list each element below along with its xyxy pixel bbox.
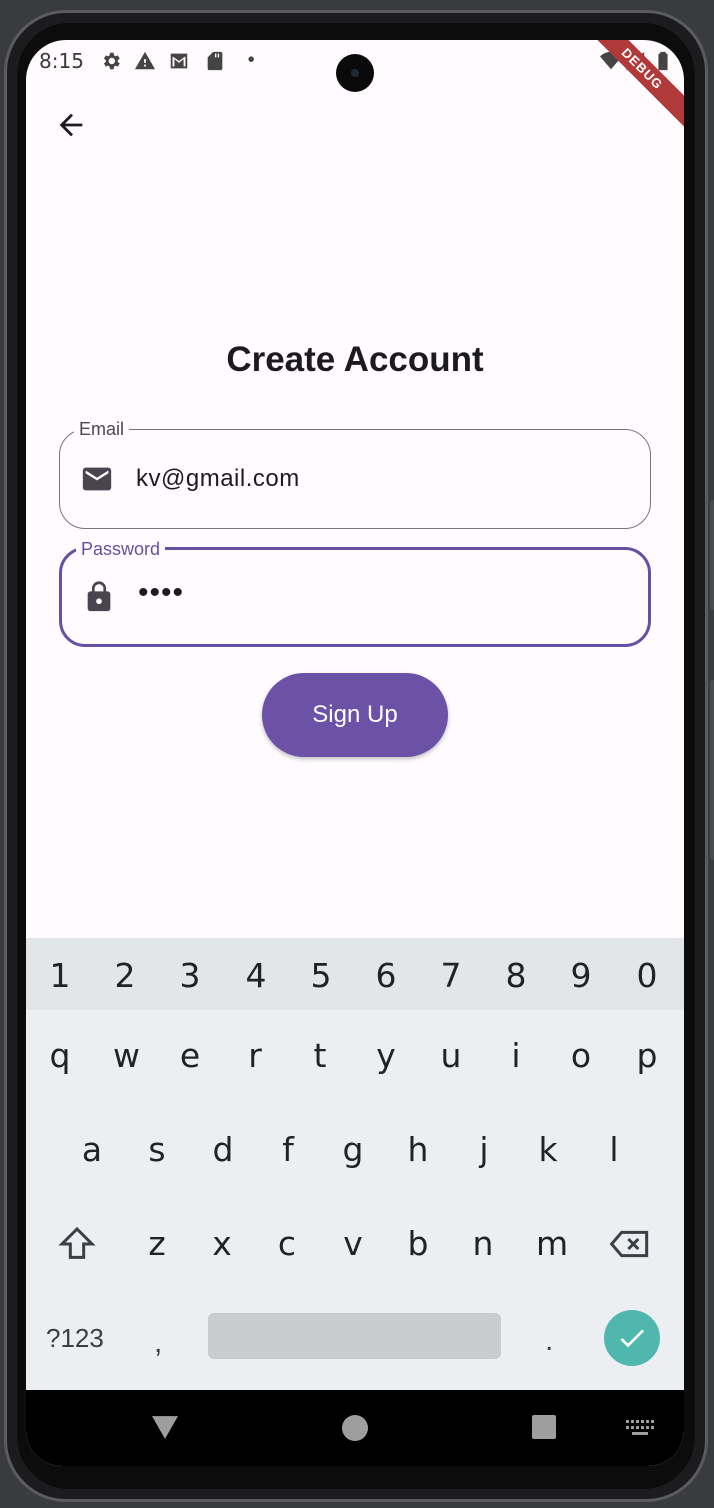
key-j[interactable]: j (472, 1130, 496, 1169)
mail-icon (82, 467, 112, 491)
password-label: Password (76, 538, 166, 560)
backspace-icon[interactable] (608, 1224, 652, 1264)
key-y[interactable]: y (374, 1036, 398, 1075)
key-1[interactable]: 1 (48, 956, 72, 995)
space-bar[interactable] (208, 1313, 501, 1359)
key-u[interactable]: u (439, 1036, 463, 1075)
gear-icon (103, 52, 120, 70)
lock-icon (87, 581, 111, 612)
email-value: kv@gmail.com (136, 465, 300, 492)
page-title: Create Account (226, 340, 484, 379)
key-q[interactable]: q (48, 1036, 72, 1075)
key-t[interactable]: t (308, 1036, 332, 1075)
key-v[interactable]: v (341, 1224, 365, 1263)
period-key[interactable]: . (545, 1324, 553, 1358)
comma-key[interactable]: , (154, 1326, 162, 1360)
check-icon (620, 1329, 644, 1348)
home-circle-icon[interactable] (342, 1415, 368, 1441)
key-5[interactable]: 5 (309, 956, 333, 995)
key-i[interactable]: i (504, 1036, 528, 1075)
key-w[interactable]: w (113, 1036, 140, 1075)
enter-key[interactable] (604, 1310, 660, 1366)
dot-icon (248, 56, 254, 62)
key-7[interactable]: 7 (439, 956, 463, 995)
key-8[interactable]: 8 (504, 956, 528, 995)
key-9[interactable]: 9 (569, 956, 593, 995)
key-p[interactable]: p (635, 1036, 659, 1075)
back-triangle-icon[interactable] (152, 1414, 178, 1440)
system-nav-bar (26, 1390, 684, 1466)
shift-icon[interactable] (57, 1224, 97, 1264)
front-camera (336, 54, 374, 92)
key-s[interactable]: s (145, 1130, 169, 1169)
key-6[interactable]: 6 (374, 956, 398, 995)
key-r[interactable]: r (243, 1036, 267, 1075)
warning-icon (134, 51, 156, 70)
email-field[interactable]: Email kv@gmail.com (59, 418, 651, 529)
symbols-key[interactable]: ?123 (46, 1323, 104, 1354)
key-a[interactable]: a (80, 1130, 104, 1169)
key-n[interactable]: n (471, 1224, 495, 1263)
password-field[interactable]: Password •••• (59, 538, 651, 647)
email-label: Email (74, 418, 130, 440)
key-4[interactable]: 4 (244, 956, 268, 995)
power-button (710, 680, 714, 860)
key-f[interactable]: f (276, 1130, 300, 1169)
gmail-icon (170, 53, 188, 69)
screen: 8:15 DEBUG Create Account Email kv@gmail… (26, 40, 684, 1466)
key-e[interactable]: e (178, 1036, 202, 1075)
key-o[interactable]: o (569, 1036, 593, 1075)
key-d[interactable]: d (211, 1130, 235, 1169)
key-l[interactable]: l (602, 1130, 626, 1169)
key-3[interactable]: 3 (178, 956, 202, 995)
status-time: 8:15 (39, 49, 84, 73)
key-g[interactable]: g (341, 1130, 365, 1169)
sign-up-button[interactable]: Sign Up (262, 673, 448, 757)
keyboard-switch-icon[interactable] (626, 1420, 654, 1438)
recents-square-icon[interactable] (532, 1415, 556, 1439)
key-b[interactable]: b (406, 1224, 430, 1263)
key-h[interactable]: h (406, 1130, 430, 1169)
key-0[interactable]: 0 (635, 956, 659, 995)
key-2[interactable]: 2 (113, 956, 137, 995)
volume-button (710, 500, 714, 610)
key-z[interactable]: z (145, 1224, 169, 1263)
sd-card-icon (207, 51, 223, 71)
password-value: •••• (138, 576, 185, 610)
status-bar: 8:15 DEBUG (26, 40, 684, 134)
key-c[interactable]: c (275, 1224, 299, 1263)
key-m[interactable]: m (536, 1224, 568, 1263)
key-k[interactable]: k (536, 1130, 560, 1169)
key-x[interactable]: x (210, 1224, 234, 1263)
soft-keyboard: 1 2 3 4 5 6 7 8 9 0 q we r t y u i o p a s d f g h j k l z x c v b n m ?12… (26, 938, 684, 1390)
arrow-back-icon[interactable] (54, 108, 88, 142)
